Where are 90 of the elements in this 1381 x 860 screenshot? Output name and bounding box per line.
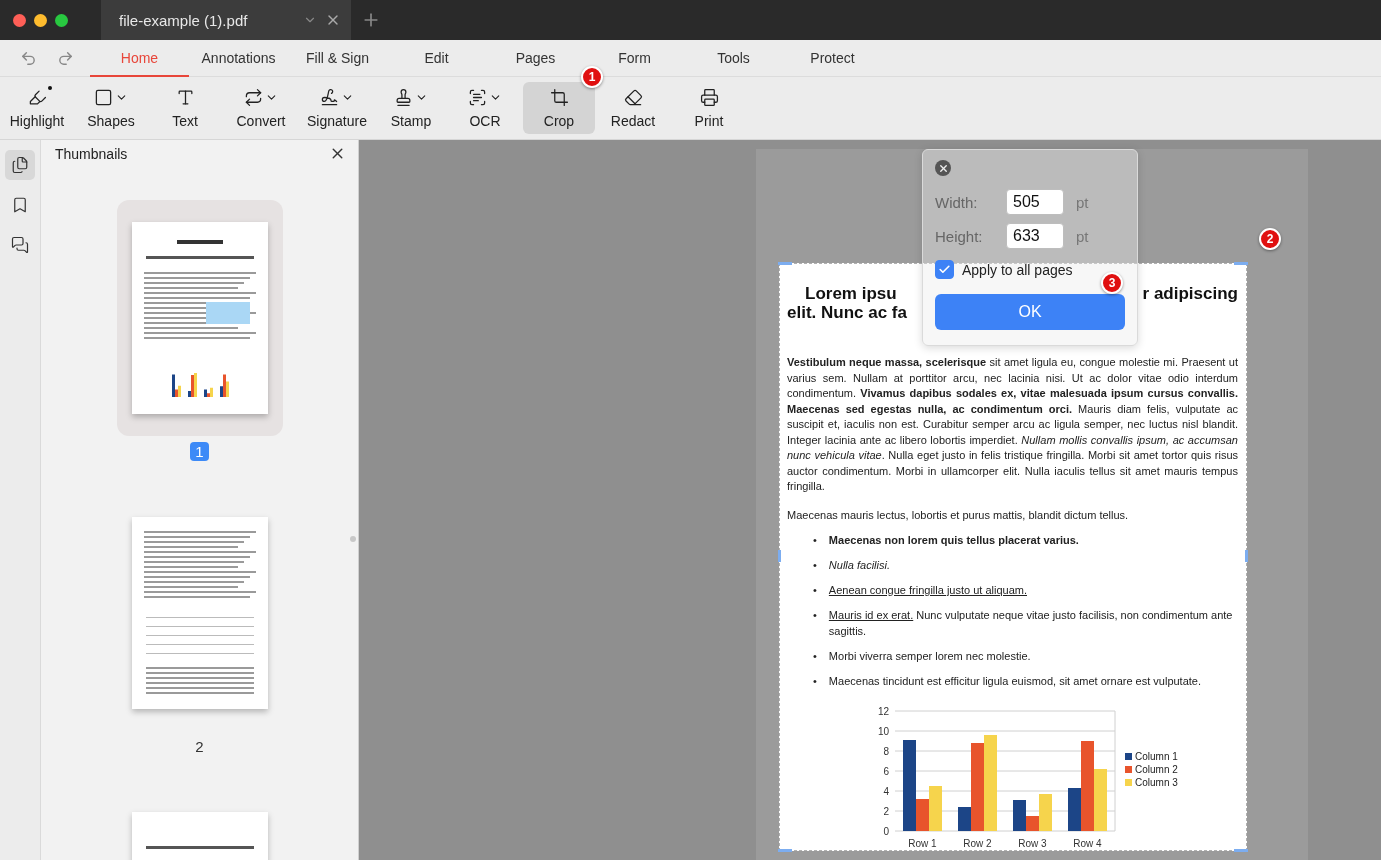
- bullet-text: Nulla facilisi.: [828, 558, 890, 573]
- thumbnail-frame[interactable]: [116, 200, 283, 436]
- document-tab[interactable]: file-example (1).pdf: [101, 0, 351, 40]
- field-label: Width:: [935, 193, 979, 211]
- crop-area[interactable]: [779, 263, 1247, 851]
- width-input[interactable]: 505: [1006, 189, 1064, 215]
- crop-handle[interactable]: [1234, 262, 1248, 265]
- height-input[interactable]: 633: [1006, 223, 1064, 249]
- bullet-marker: •: [813, 583, 817, 598]
- bullet-text: Mauris id ex erat. Nunc vulputate neque vitae justo facilisis, non condimentum ante sagittis.: [828, 608, 1234, 639]
- bullet-marker: •: [813, 533, 817, 548]
- toolbar-button[interactable]: Signature: [301, 82, 373, 134]
- menu-tab[interactable]: Fill & Sign: [288, 40, 387, 77]
- bullet-marker: •: [813, 608, 817, 623]
- unit-label: pt: [1076, 193, 1089, 211]
- bullet-text: Morbi viverra semper lorem nec molestie.: [828, 649, 1031, 664]
- body-paragraph: Maecenas mauris lectus, lobortis et purus mattis, blandit dictum tellus.: [787, 507, 1130, 523]
- bullet-marker: •: [813, 674, 817, 689]
- crop-handle[interactable]: [778, 262, 792, 265]
- toolbar-button[interactable]: Print: [671, 82, 747, 134]
- page-number: 1: [190, 442, 209, 461]
- bullet-marker: •: [813, 558, 817, 573]
- arrows-icon: [244, 88, 263, 107]
- crop-handle[interactable]: [778, 849, 792, 852]
- ocr-icon: [468, 88, 487, 107]
- axis-label: Row 2: [963, 838, 992, 849]
- sidebar-button[interactable]: [5, 150, 35, 180]
- bookmark-icon: [11, 196, 29, 214]
- toolbar-button[interactable]: Convert: [223, 82, 299, 134]
- axis-label: Row 1: [908, 838, 937, 849]
- bullet-text: Aenean congue fringilla justo ut aliquam.: [828, 583, 1027, 598]
- printer-icon: [699, 88, 719, 107]
- eraser-icon: [623, 88, 643, 107]
- comments-icon: [11, 236, 29, 254]
- document-heading: elit. Nunc ac fa: [787, 303, 907, 322]
- field-label: Height:: [935, 227, 984, 245]
- checkbox-label: Apply to all pages: [962, 261, 1073, 278]
- crop-handle[interactable]: [1234, 849, 1248, 852]
- square-icon: [94, 88, 113, 107]
- close-icon: [937, 162, 949, 174]
- body-paragraph: Vestibulum neque massa, scelerisque sit amet ligula eu, congue molestie mi. Praesent ut varius sem. Nullam at porttitor arcu, nec lacinia nisi. Ut ac dolor vitae odio interdum condimentum. Vivamus dapibus sodales ex, vitae malesuada ipsum cursus convallis. Maecenas sed egestas nulla, ac condimentum orci. Mauris diam felis, vulputate ac suscipit et, iaculis non est. Curabitur semper arcu ac ligula semper, nec luctus nisl blandit. Integer lacinia ante ac libero lobortis imperdiet. Nullam mollis convallis ipsum, ac accumsan nunc vehicula vitae. Nulla eget justo in felis tristique fringilla. Morbi sit amet tortor quis risus auctor condimentum. Morbi in ullamcorper elit. Nulla iaculis tellus sit amet mauris tempus fringilla.: [787, 355, 1238, 494]
- unit-label: pt: [1076, 227, 1089, 245]
- bullet-text: Maecenas non lorem quis tellus placerat varius.: [828, 533, 1079, 548]
- crop-icon: [549, 88, 569, 107]
- legend-label: Column 3: [1135, 777, 1178, 788]
- bullet-text: Maecenas tincidunt est efficitur ligula euismod, sit amet ornare est vulputate.: [828, 674, 1202, 689]
- resize-handle[interactable]: [350, 536, 356, 542]
- menu-tab[interactable]: Annotations: [189, 40, 288, 77]
- zoom-window-button[interactable]: [55, 13, 68, 27]
- axis-label: 10: [877, 725, 889, 737]
- pages-icon: [11, 156, 29, 174]
- axis-label: 8: [883, 745, 889, 757]
- menu-tab[interactable]: Tools: [684, 40, 783, 77]
- signature-icon: [320, 88, 339, 107]
- toolbar-button[interactable]: Stamp: [375, 82, 447, 134]
- checkbox[interactable]: [935, 260, 954, 279]
- menu-tab[interactable]: Protect: [783, 40, 882, 77]
- stamp-icon: [394, 88, 413, 107]
- redo-icon[interactable]: [57, 49, 74, 67]
- bullet-marker: •: [813, 649, 817, 664]
- legend-label: Column 1: [1135, 751, 1178, 762]
- step-marker: 1: [581, 66, 603, 88]
- ok-button[interactable]: OK: [935, 294, 1125, 330]
- tab-title: file-example (1).pdf: [119, 11, 249, 29]
- axis-label: 4: [883, 785, 889, 797]
- minimize-window-button[interactable]: [34, 13, 47, 27]
- axis-label: 0: [883, 825, 889, 837]
- highlighter-icon: [27, 88, 47, 107]
- legend-label: Column 2: [1135, 764, 1178, 775]
- axis-label: 2: [883, 805, 889, 817]
- axis-label: Row 3: [1018, 838, 1047, 849]
- document-heading: Lorem ipsu: [805, 284, 897, 303]
- toolbar-button[interactable]: Crop: [523, 82, 595, 134]
- panel-title: Thumbnails: [55, 145, 128, 162]
- crop-handle[interactable]: [1245, 550, 1248, 562]
- undo-icon[interactable]: [20, 49, 37, 67]
- axis-label: 6: [883, 765, 889, 777]
- toolbar-button[interactable]: OCR: [449, 82, 521, 134]
- toolbar-button[interactable]: Text: [149, 82, 221, 134]
- document-heading: r adipiscing: [1142, 284, 1238, 303]
- axis-label: Row 4: [1073, 838, 1102, 849]
- close-window-button[interactable]: [13, 13, 26, 27]
- crop-handle[interactable]: [778, 550, 781, 562]
- page-number: 2: [194, 737, 205, 756]
- toolbar-button[interactable]: Shapes: [75, 82, 147, 134]
- chart-bar: [929, 786, 942, 831]
- menu-tab[interactable]: Edit: [387, 40, 486, 77]
- check-icon: [938, 263, 951, 276]
- toolbar-button[interactable]: Highlight: [1, 82, 73, 134]
- axis-label: 12: [877, 705, 889, 717]
